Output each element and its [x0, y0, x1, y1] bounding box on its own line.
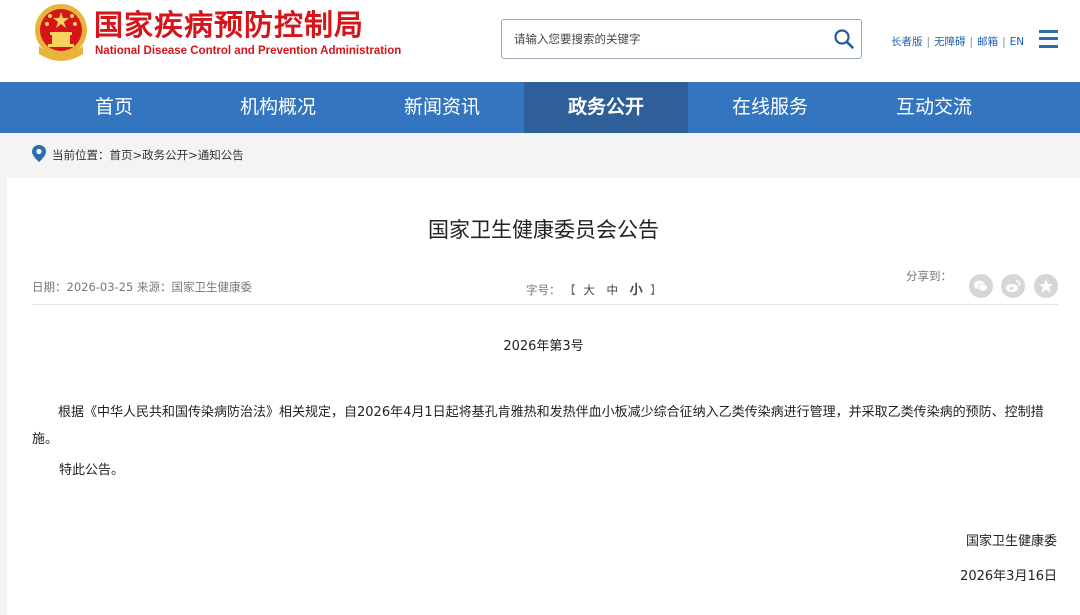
link-separator: |: [926, 36, 931, 48]
nav-item-online-services[interactable]: 在线服务: [688, 82, 852, 133]
article-date: 2026-03-25: [66, 280, 134, 294]
nav-item-interaction[interactable]: 互动交流: [852, 82, 1016, 133]
location-pin-icon: [32, 145, 46, 162]
article-title: 国家卫生健康委员会公告: [428, 218, 659, 242]
font-size-bracket-open: 【: [564, 283, 576, 297]
nav-item-home[interactable]: 首页: [32, 82, 196, 133]
search-icon[interactable]: [833, 28, 855, 50]
font-size-bracket-close: 】: [650, 283, 662, 297]
font-size-large-button[interactable]: 大: [583, 283, 595, 297]
font-size-medium-button[interactable]: 中: [606, 283, 618, 297]
font-size-label: 字号：: [526, 283, 561, 297]
article-source: 国家卫生健康委: [171, 280, 253, 294]
font-size-small-button[interactable]: 小: [630, 283, 643, 298]
qzone-share-button[interactable]: [1034, 274, 1058, 298]
qzone-icon: [1039, 279, 1053, 293]
link-separator: |: [1002, 36, 1006, 48]
breadcrumb-government-affairs[interactable]: 政务公开: [142, 148, 188, 162]
site-title[interactable]: 国家疾病预防控制局: [94, 8, 364, 42]
site-subtitle: National Disease Control and Prevention …: [95, 45, 402, 57]
english-link[interactable]: EN: [1010, 36, 1025, 48]
signature-date: 2026年3月16日: [960, 569, 1057, 584]
menu-bar: [1039, 30, 1058, 33]
article-paragraph: 根据《中华人民共和国传染病防治法》相关规定，自2026年4月1日起将基孔肯雅热和…: [32, 405, 1044, 447]
wechat-share-button[interactable]: [968, 274, 993, 298]
article-meta: 日期：2026-03-25 来源：国家卫生健康委 字号： 【 大 中 小 】 分…: [32, 269, 1058, 304]
weibo-icon: [1006, 280, 1021, 292]
breadcrumb-home[interactable]: 首页: [110, 148, 133, 162]
nav-item-news[interactable]: 新闻资讯: [360, 82, 524, 133]
search-input[interactable]: [514, 20, 824, 58]
article-date-source: 日期：2026-03-25 来源：国家卫生健康委: [32, 279, 252, 295]
mailbox-link[interactable]: 邮箱: [977, 36, 998, 48]
menu-bar: [1039, 44, 1058, 48]
weibo-share-button[interactable]: [1001, 274, 1026, 298]
document-number: 2026年第3号: [503, 339, 584, 354]
closing-remark: 特此公告。: [59, 463, 125, 478]
main-nav: 首页 机构概况 新闻资讯 政务公开 在线服务 互动交流: [0, 82, 1080, 133]
nav-item-government-affairs[interactable]: 政务公开: [524, 82, 688, 133]
breadcrumb-notices[interactable]: 通知公告: [198, 148, 244, 162]
share-bar: 分享到：: [906, 269, 1058, 298]
elder-mode-link[interactable]: 长者版: [891, 36, 923, 48]
breadcrumb: 当前位置：首页>政务公开>通知公告: [32, 143, 244, 167]
link-separator: |: [969, 36, 974, 48]
source-label: 来源：: [137, 280, 172, 294]
date-label: 日期：: [32, 280, 67, 294]
meta-divider: [32, 304, 1058, 305]
breadcrumb-separator: >: [132, 148, 143, 162]
breadcrumb-separator: >: [188, 148, 198, 162]
hamburger-menu-icon[interactable]: [1039, 30, 1058, 48]
site-header: 国家疾病预防控制局 National Disease Control and P…: [0, 0, 1080, 82]
font-size-control: 字号： 【 大 中 小 】: [526, 279, 662, 298]
article-container: 国家卫生健康委员会公告 日期：2026-03-25 来源：国家卫生健康委 字号：…: [7, 178, 1080, 615]
share-label: 分享到：: [906, 269, 953, 283]
top-links: 长者版 | 无障碍 | 邮箱 | EN: [891, 34, 1024, 49]
wechat-icon: [973, 280, 988, 292]
search-box: [501, 19, 862, 59]
signature: 国家卫生健康委: [965, 534, 1057, 549]
nav-item-about[interactable]: 机构概况: [196, 82, 360, 133]
menu-bar: [1039, 37, 1058, 41]
national-emblem-icon[interactable]: [33, 2, 89, 62]
accessibility-link[interactable]: 无障碍: [934, 36, 966, 48]
breadcrumb-label: 当前位置：: [52, 148, 110, 162]
